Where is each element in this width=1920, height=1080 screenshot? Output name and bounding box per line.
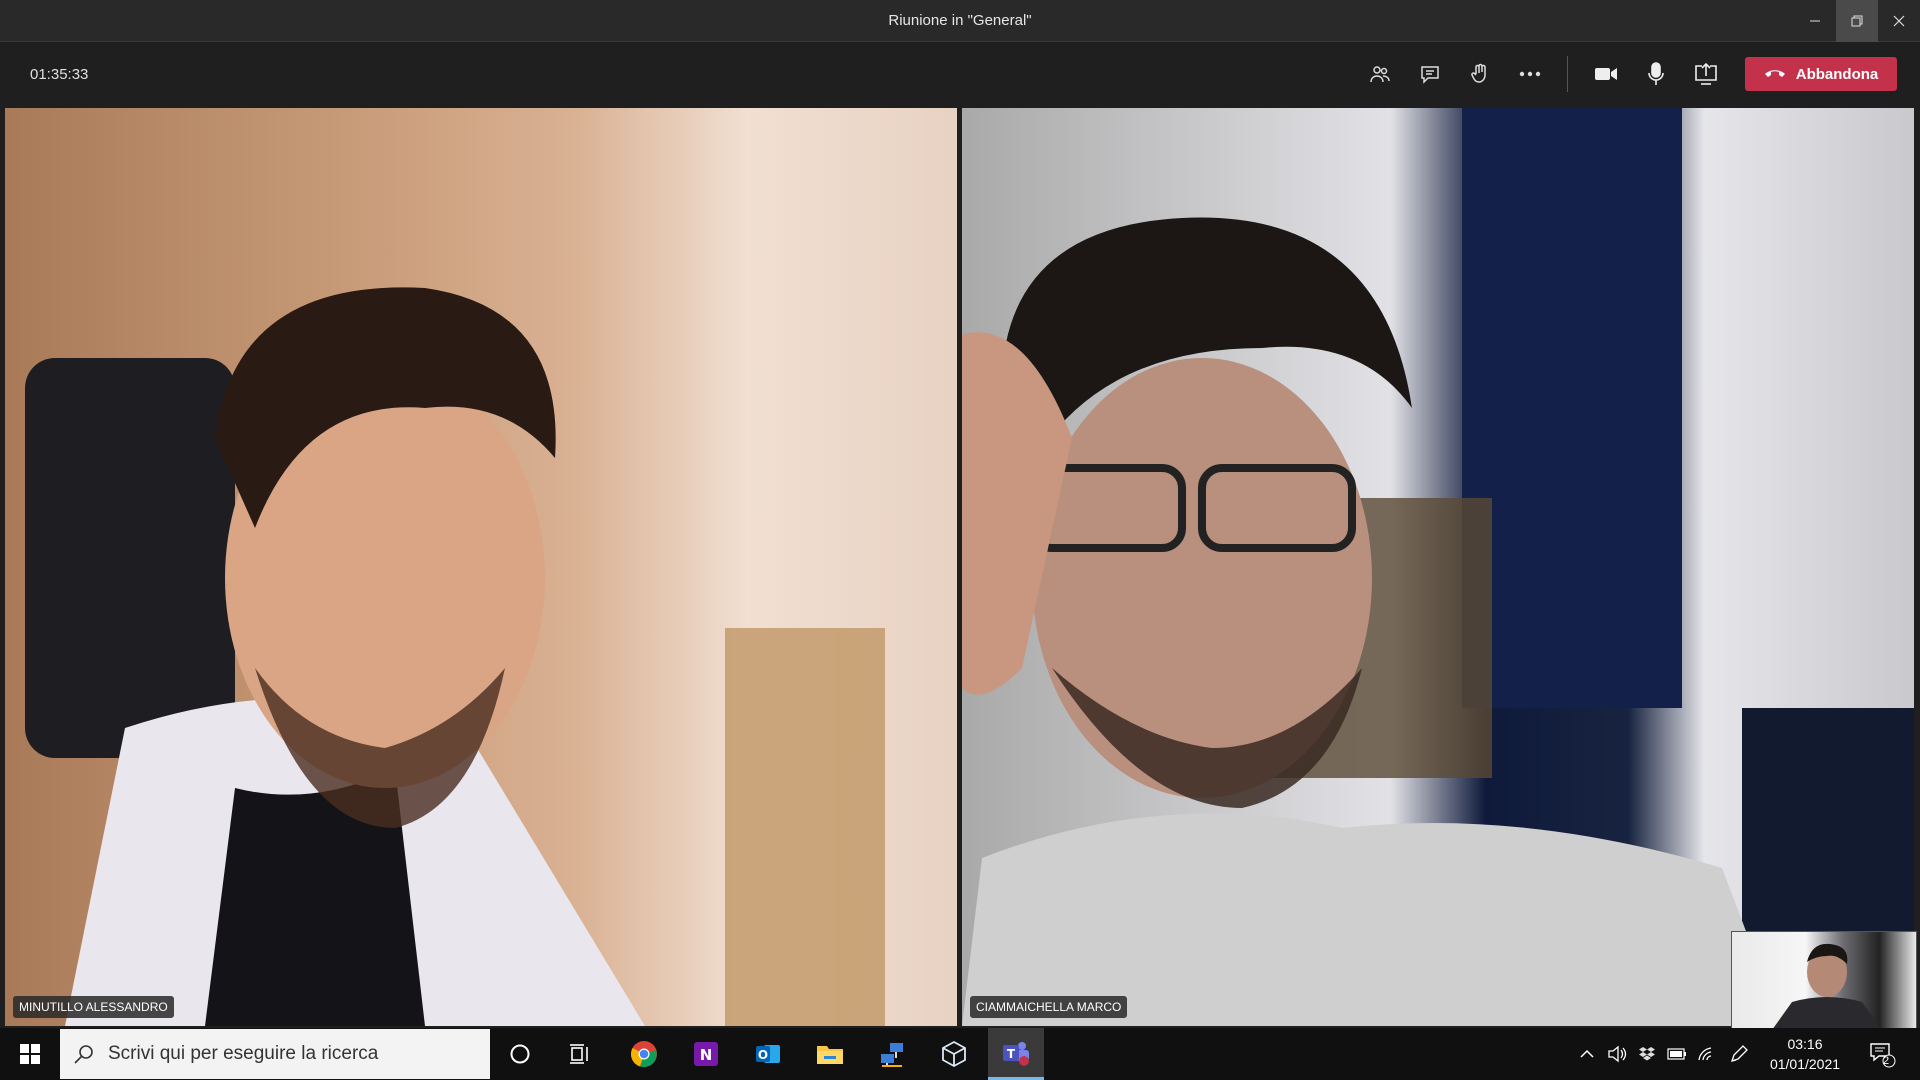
more-icon [1519,71,1541,77]
microphone-button[interactable] [1636,56,1676,92]
wifi-icon [1698,1047,1712,1061]
clock-date: 01/01/2021 [1769,1056,1841,1072]
share-screen-icon [1695,63,1717,85]
participant-nameplate: CIAMMAICHELLA MARCO [970,996,1128,1018]
cortana-button[interactable] [495,1028,545,1080]
onenote-icon: N [694,1042,718,1066]
chevron-up-icon [1580,1049,1594,1058]
taskbar-clock[interactable]: 03:16 01/01/2021 [1760,1034,1850,1074]
dropbox-icon [1639,1047,1655,1061]
window-titlebar: Riunione in "General" [0,0,1920,42]
notification-count-badge: 2 [1883,1055,1890,1067]
self-view-video[interactable] [1731,931,1917,1029]
cube-icon [942,1040,966,1068]
call-timer: 01:35:33 [30,66,89,83]
taskbar-app-onenote[interactable]: N [680,1028,732,1080]
teams-icon: T [1003,1041,1029,1066]
close-button[interactable] [1878,0,1920,42]
clock-time: 03:16 [1787,1036,1823,1052]
leave-label: Abbandona [1795,65,1879,83]
taskbar-app-file-explorer[interactable] [804,1028,856,1080]
wifi-button[interactable] [1692,1028,1722,1080]
taskbar-app-3d-viewer[interactable] [928,1028,980,1080]
video-tile-participant-2[interactable]: CIAMMAICHELLA MARCO [962,108,1914,1026]
tray-overflow-button[interactable] [1574,1028,1600,1080]
microphone-icon [1648,62,1664,85]
video-tile-participant-1[interactable]: MINUTILLO ALESSANDRO [5,108,957,1026]
close-icon [1893,15,1905,27]
raise-hand-button[interactable] [1460,56,1500,92]
participant-nameplate: MINUTILLO ALESSANDRO [13,996,174,1018]
meeting-toolbar: 01:35:33 Abbandona [0,42,1920,106]
task-view-button[interactable] [555,1028,605,1080]
minimize-button[interactable] [1794,0,1836,42]
search-placeholder: Scrivi qui per eseguire la ricerca [108,1043,379,1064]
participant-video-feed [962,108,1914,1026]
leave-button[interactable]: Abbandona [1745,57,1897,91]
cortana-icon [510,1044,530,1064]
taskbar-search-box[interactable]: Scrivi qui per eseguire la ricerca [60,1029,490,1079]
outlook-icon: O [756,1045,780,1063]
chat-icon [1421,66,1439,84]
volume-button[interactable] [1602,1028,1632,1080]
notifications-icon [1870,1043,1896,1068]
participants-button[interactable] [1360,56,1400,92]
action-center-button[interactable]: 2 [1862,1028,1902,1080]
toolbar-divider [1567,56,1568,92]
camera-button[interactable] [1586,56,1626,92]
camera-icon [1595,68,1617,80]
restore-button[interactable] [1836,0,1878,42]
folder-icon [817,1046,843,1064]
taskbar-app-network[interactable] [866,1028,918,1080]
chrome-icon [630,1041,657,1068]
window-title: Riunione in "General" [888,12,1032,29]
restore-icon [1851,15,1863,27]
svg-text:N: N [700,1046,713,1064]
taskbar-app-chrome[interactable] [618,1028,670,1080]
participants-icon [1370,66,1390,83]
chat-button[interactable] [1410,56,1450,92]
minimize-icon [1810,20,1820,22]
raise-hand-icon [1471,63,1486,83]
pen-icon [1730,1045,1748,1063]
pen-workspace-button[interactable] [1724,1028,1754,1080]
windows-logo-icon [20,1044,40,1064]
battery-button[interactable] [1662,1028,1692,1080]
battery-icon [1667,1048,1686,1060]
task-view-icon [570,1044,588,1064]
network-computer-icon [881,1043,903,1067]
svg-text:T: T [1007,1047,1016,1061]
self-view-feed [1773,943,1881,1028]
share-screen-button[interactable] [1686,56,1726,92]
participant-video-feed [25,287,885,1026]
taskbar-app-outlook[interactable]: O [742,1028,794,1080]
windows-taskbar: Scrivi qui per eseguire la ricerca N O T [0,1028,1920,1080]
search-icon [74,1045,93,1064]
dropbox-tray-button[interactable] [1632,1028,1662,1080]
hang-up-icon [1764,70,1785,77]
taskbar-app-teams[interactable]: T [988,1028,1044,1080]
svg-text:O: O [758,1048,768,1062]
more-actions-button[interactable] [1510,56,1550,92]
speaker-icon [1608,1045,1627,1063]
start-button[interactable] [0,1028,60,1080]
